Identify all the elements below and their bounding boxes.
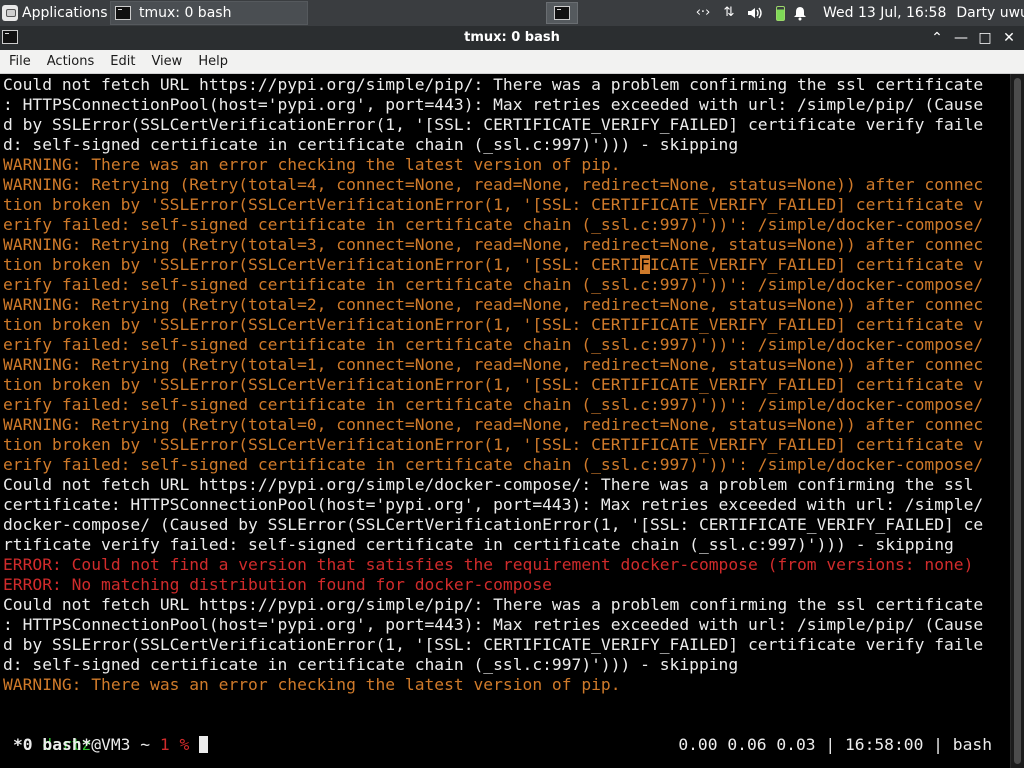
terminal-line: WARNING: Retrying (Retry(total=4, connec… <box>3 175 984 194</box>
menu-file[interactable]: File <box>0 51 39 73</box>
window-title: tmux: 0 bash <box>464 30 560 45</box>
system-tray: ‹·› ⇅ Wed 13 Jul, 16:58 Darty uwu <box>694 0 1024 26</box>
terminal-line: tion broken by 'SSLError(SSLCertVerifica… <box>3 375 984 394</box>
window-titlebar[interactable]: tmux: 0 bash ⌃ — □ ✕ <box>0 26 1024 50</box>
terminal-line: erify failed: self-signed certificate in… <box>3 335 984 354</box>
menu-actions[interactable]: Actions <box>39 51 103 73</box>
applications-icon <box>2 5 18 21</box>
terminal-line: d: self-signed certificate in certificat… <box>3 135 739 154</box>
clock[interactable]: Wed 13 Jul, 16:58 <box>823 5 946 21</box>
maximize-icon[interactable]: □ <box>974 27 996 49</box>
terminal-line: erify failed: self-signed certificate in… <box>3 275 984 294</box>
tmux-window-list[interactable]: *0 bash* <box>13 734 91 756</box>
notification-bell-icon[interactable] <box>791 5 809 21</box>
terminal-line: : HTTPSConnectionPool(host='pypi.org', p… <box>3 95 984 114</box>
terminal-scrollbar[interactable] <box>1010 74 1024 768</box>
terminal-line: WARNING: There was an error checking the… <box>3 675 621 694</box>
menu-edit[interactable]: Edit <box>102 51 143 73</box>
terminal-line: ERROR: No matching distribution found fo… <box>3 575 552 594</box>
applications-menu[interactable]: Applications <box>0 0 108 26</box>
terminal-line: Could not fetch URL https://pypi.org/sim… <box>3 595 984 614</box>
workspace-switcher[interactable] <box>546 2 578 24</box>
taskbar-item-terminal[interactable]: tmux: 0 bash <box>110 1 308 25</box>
collapse-icon[interactable]: ⌃ <box>926 27 948 49</box>
terminal-line: tion broken by 'SSLError(SSLCertVerifica… <box>3 255 984 274</box>
terminal-line: erify failed: self-signed certificate in… <box>3 455 984 474</box>
tmux-status-right: 0.00 0.06 0.03 | 16:58:00 | bash <box>678 735 992 754</box>
minimize-icon[interactable]: — <box>950 27 972 49</box>
terminal-output: Could not fetch URL https://pypi.org/sim… <box>3 75 983 715</box>
tmux-status-bar: *0 bash* 0.00 0.06 0.03 | 16:58:00 | bas… <box>0 734 1010 756</box>
terminal-line: d by SSLError(SSLCertVerificationError(1… <box>3 635 984 654</box>
terminal-line: WARNING: Retrying (Retry(total=1, connec… <box>3 355 984 374</box>
terminal-line: tion broken by 'SSLError(SSLCertVerifica… <box>3 435 984 454</box>
terminal-icon <box>115 6 131 20</box>
terminal-line: tion broken by 'SSLError(SSLCertVerifica… <box>3 315 984 334</box>
taskbar-item-label: tmux: 0 bash <box>139 5 232 21</box>
selection-highlight: F <box>640 255 650 274</box>
terminal-line: Could not fetch URL https://pypi.org/sim… <box>3 75 984 94</box>
user-menu[interactable]: Darty uwu <box>956 5 1024 21</box>
workspace-terminal-icon <box>554 6 570 20</box>
terminal-line: WARNING: There was an error checking the… <box>3 155 621 174</box>
applications-label: Applications <box>22 5 108 21</box>
top-panel: Applications tmux: 0 bash ‹·› ⇅ Wed 13 J… <box>0 0 1024 26</box>
terminal-line: rtificate verify failed: self-signed cer… <box>3 535 954 554</box>
close-icon[interactable]: ✕ <box>998 27 1020 49</box>
menubar: File Actions Edit View Help <box>0 50 1024 74</box>
terminal-line: Could not fetch URL https://pypi.org/sim… <box>3 475 974 494</box>
volume-icon[interactable] <box>746 5 764 21</box>
menu-help[interactable]: Help <box>190 51 236 73</box>
scrollbar-thumb[interactable] <box>1014 78 1021 764</box>
terminal-line: ERROR: Could not find a version that sat… <box>3 555 974 574</box>
terminal-area[interactable]: Could not fetch URL https://pypi.org/sim… <box>0 74 1010 768</box>
terminal-line: WARNING: Retrying (Retry(total=0, connec… <box>3 415 984 434</box>
terminal-line: docker-compose/ (Caused by SSLError(SSLC… <box>3 515 984 534</box>
terminal-line: WARNING: Retrying (Retry(total=3, connec… <box>3 235 984 254</box>
terminal-line: certificate: HTTPSConnectionPool(host='p… <box>3 495 984 514</box>
terminal-line: erify failed: self-signed certificate in… <box>3 395 984 414</box>
network-icon[interactable]: ⇅ <box>720 5 738 21</box>
battery-icon[interactable] <box>776 5 785 21</box>
menu-view[interactable]: View <box>143 51 190 73</box>
terminal-line: d by SSLError(SSLCertVerificationError(1… <box>3 115 984 134</box>
terminal-line: WARNING: Retrying (Retry(total=2, connec… <box>3 295 984 314</box>
window-controls: ⌃ — □ ✕ <box>924 26 1020 50</box>
terminal-line: tion broken by 'SSLError(SSLCertVerifica… <box>3 195 984 214</box>
terminal-line: erify failed: self-signed certificate in… <box>3 215 984 234</box>
terminal-line: d: self-signed certificate in certificat… <box>3 655 739 674</box>
terminal-line: : HTTPSConnectionPool(host='pypi.org', p… <box>3 615 984 634</box>
code-icon[interactable]: ‹·› <box>694 5 712 21</box>
